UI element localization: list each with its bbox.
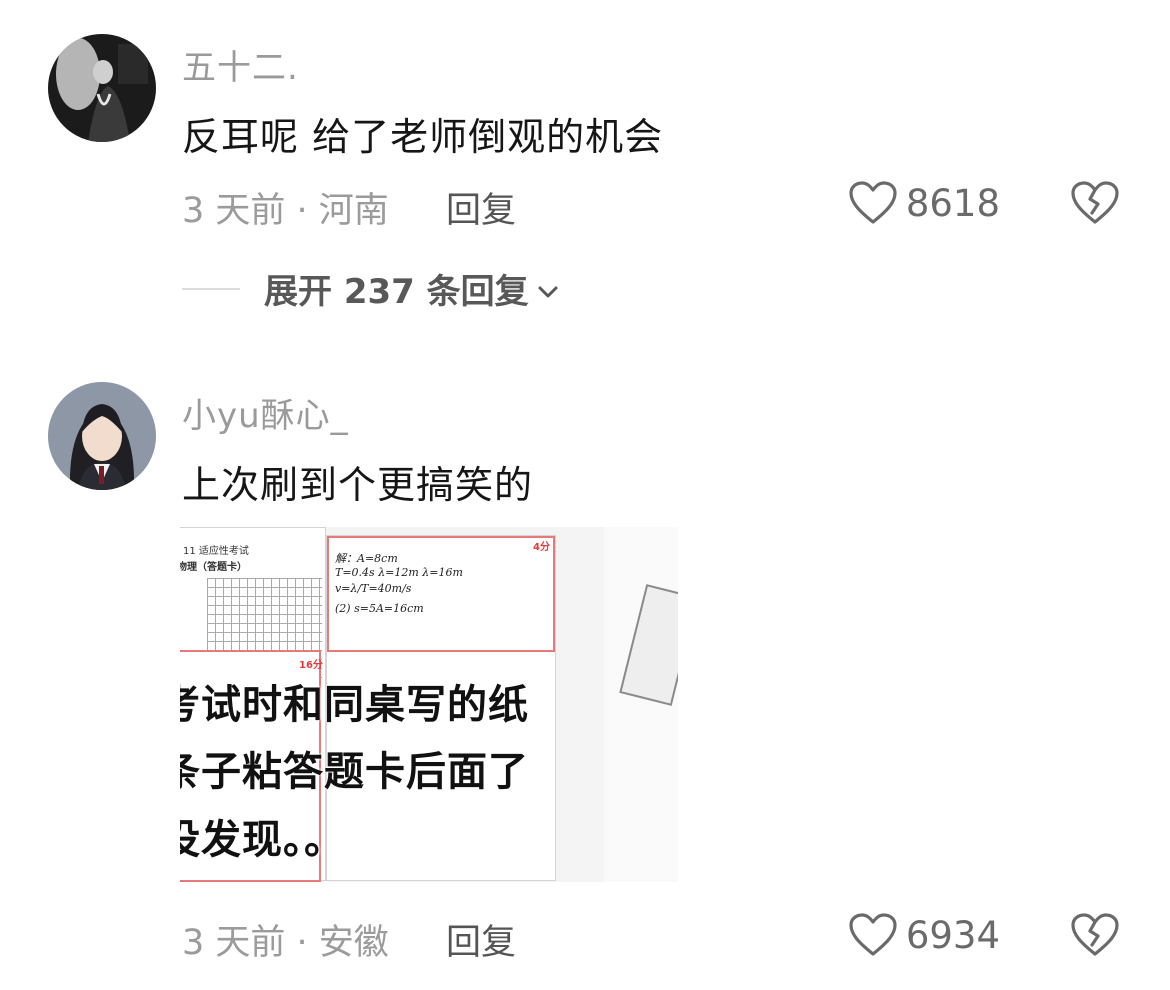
comment-meta: 3 天前 · 安徽 [182,923,389,963]
sheet-header: 11 适应性考试 [183,546,249,557]
score-tag: 4分 [533,542,550,553]
image-caption-line: 考试时和同桌写的纸 [180,682,529,728]
reply-button[interactable]: 回复 [446,914,516,965]
image-caption-line: 条子粘答题卡后面了 [180,749,529,795]
folded-note [619,584,678,706]
image-caption-line: 没发现。。 [180,817,345,863]
avatar[interactable] [48,382,156,490]
handwriting: (2) s=5A=16cm [335,602,424,615]
handwriting: T=0.4s λ=12m λ=16m [335,566,463,579]
dislike-button[interactable] [1070,912,1120,958]
like-button[interactable]: 6934 [848,912,1000,958]
like-count: 6934 [905,913,1000,957]
sheet-subheader: 物理（答题卡） [180,562,247,573]
attached-image[interactable]: 11 适应性考试 物理（答题卡） 16分 4分 解：A=8cm T=0.4s λ… [180,527,678,882]
score-tag: 16分 [299,660,323,671]
comment-text: 上次刷到个更搞笑的 [182,463,534,507]
heart-outline-icon [848,912,898,958]
username[interactable]: 小yu酥心_ [182,388,349,437]
handwriting: 解：A=8cm [335,552,398,565]
comment-item: 小yu酥心_ 上次刷到个更搞笑的 11 适应性考试 物理（答题卡） 16分 4分… [0,0,1170,990]
broken-heart-icon [1070,912,1120,958]
handwriting: v=λ/T=40m/s [335,582,412,595]
note-paper [604,527,678,882]
